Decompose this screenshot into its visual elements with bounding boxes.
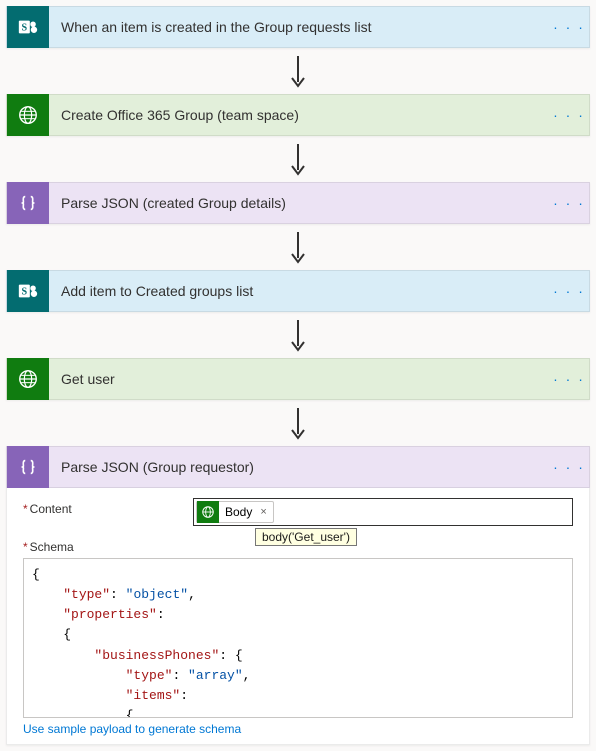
svg-text:S: S	[22, 287, 28, 298]
flow-step-trigger[interactable]: S When an item is created in the Group r…	[6, 6, 590, 48]
flow-step-add-item[interactable]: S Add item to Created groups list · · ·	[6, 270, 590, 312]
token-label: Body	[225, 505, 252, 519]
ellipsis-icon[interactable]: · · ·	[549, 195, 589, 211]
ellipsis-icon[interactable]: · · ·	[549, 19, 589, 35]
svg-text:S: S	[22, 23, 28, 34]
dynamic-content-token[interactable]: Body ×	[196, 501, 274, 523]
content-label: *Content	[23, 498, 193, 516]
content-field-row: *Content Body × body('Get_user')	[23, 498, 573, 526]
ellipsis-icon[interactable]: · · ·	[549, 371, 589, 387]
ellipsis-icon[interactable]: · · ·	[549, 283, 589, 299]
connector-arrow	[6, 400, 590, 446]
flow-step-parse-json-group[interactable]: Parse JSON (created Group details) · · ·	[6, 182, 590, 224]
step-title: Create Office 365 Group (team space)	[49, 107, 549, 123]
globe-icon	[7, 94, 49, 136]
connector-arrow	[6, 312, 590, 358]
sharepoint-icon: S	[7, 270, 49, 312]
step-title: Parse JSON (created Group details)	[49, 195, 549, 211]
schema-input[interactable]: { "type": "object", "properties": { "bus…	[23, 558, 573, 718]
flow-step-parse-json-requestor[interactable]: Parse JSON (Group requestor) · · ·	[6, 446, 590, 488]
expression-tooltip: body('Get_user')	[255, 528, 357, 546]
content-input[interactable]: Body ×	[193, 498, 573, 526]
schema-label: *Schema	[23, 536, 193, 554]
flow-step-get-user[interactable]: Get user · · ·	[6, 358, 590, 400]
connector-arrow	[6, 136, 590, 182]
use-sample-payload-link[interactable]: Use sample payload to generate schema	[23, 722, 241, 736]
dataop-icon	[7, 446, 49, 488]
ellipsis-icon[interactable]: · · ·	[549, 107, 589, 123]
flow-step-create-group[interactable]: Create Office 365 Group (team space) · ·…	[6, 94, 590, 136]
sharepoint-icon: S	[7, 6, 49, 48]
token-remove-icon[interactable]: ×	[260, 506, 266, 518]
step-title: Get user	[49, 371, 549, 387]
step-title: Add item to Created groups list	[49, 283, 549, 299]
step-title: Parse JSON (Group requestor)	[49, 459, 549, 475]
ellipsis-icon[interactable]: · · ·	[549, 459, 589, 475]
globe-icon	[7, 358, 49, 400]
dataop-icon	[7, 182, 49, 224]
globe-icon	[197, 501, 219, 523]
step-details-panel: *Content Body × body('Get_user') *Schema…	[6, 488, 590, 745]
connector-arrow	[6, 48, 590, 94]
step-title: When an item is created in the Group req…	[49, 19, 549, 35]
connector-arrow	[6, 224, 590, 270]
